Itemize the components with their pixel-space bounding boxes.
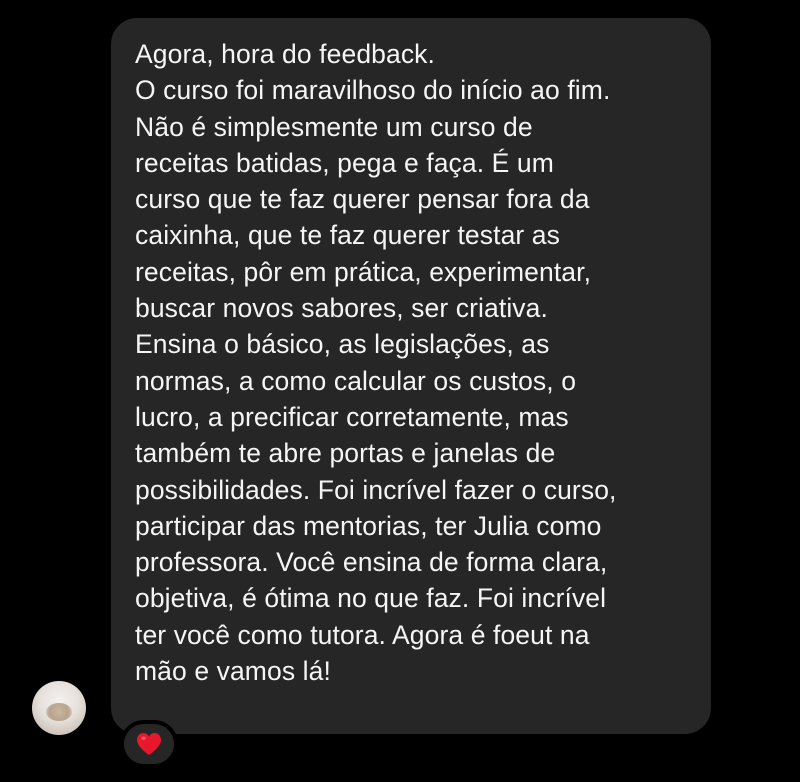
message-line: O curso foi maravilhoso do início ao fim… — [135, 75, 611, 106]
message-line: mão e vamos lá! — [135, 656, 331, 687]
message-line: caixinha, que te faz querer testar as — [135, 220, 560, 251]
message-line: lucro, a precificar corretamente, mas — [135, 401, 569, 432]
message-line: possibilidades. Foi incrível fazer o cur… — [135, 474, 617, 505]
heart-reaction[interactable] — [120, 720, 178, 768]
message-line: Não é simplesmente um curso de — [135, 111, 533, 142]
red-heart-icon — [137, 733, 161, 755]
message-line: receitas batidas, pega e faça. É um — [135, 147, 554, 178]
message-line: Agora, hora do feedback. — [135, 39, 435, 69]
message-line: professora. Você ensina de forma clara, — [135, 547, 608, 578]
sender-avatar[interactable] — [32, 681, 86, 735]
message-line: buscar novos sabores, ser criativa. — [135, 293, 548, 324]
message-line: objetiva, é ótima no que faz. Foi incrív… — [135, 583, 607, 614]
message-line: receitas, pôr em prática, experimentar, — [135, 256, 592, 287]
avatar-photo — [46, 703, 72, 721]
message-line: participar das mentorias, ter Julia como — [135, 510, 602, 541]
message-line: ter você como tutora. Agora é foeut na — [135, 619, 590, 650]
message-line: Ensina o básico, as legislações, as — [135, 329, 550, 360]
message-bubble[interactable]: Agora, hora do feedback. O curso foi mar… — [111, 18, 711, 734]
message-line: também te abre portas e janelas de — [135, 438, 556, 469]
message-line: normas, a como calcular os custos, o — [135, 365, 577, 396]
message-line: curso que te faz querer pensar fora da — [135, 184, 590, 215]
